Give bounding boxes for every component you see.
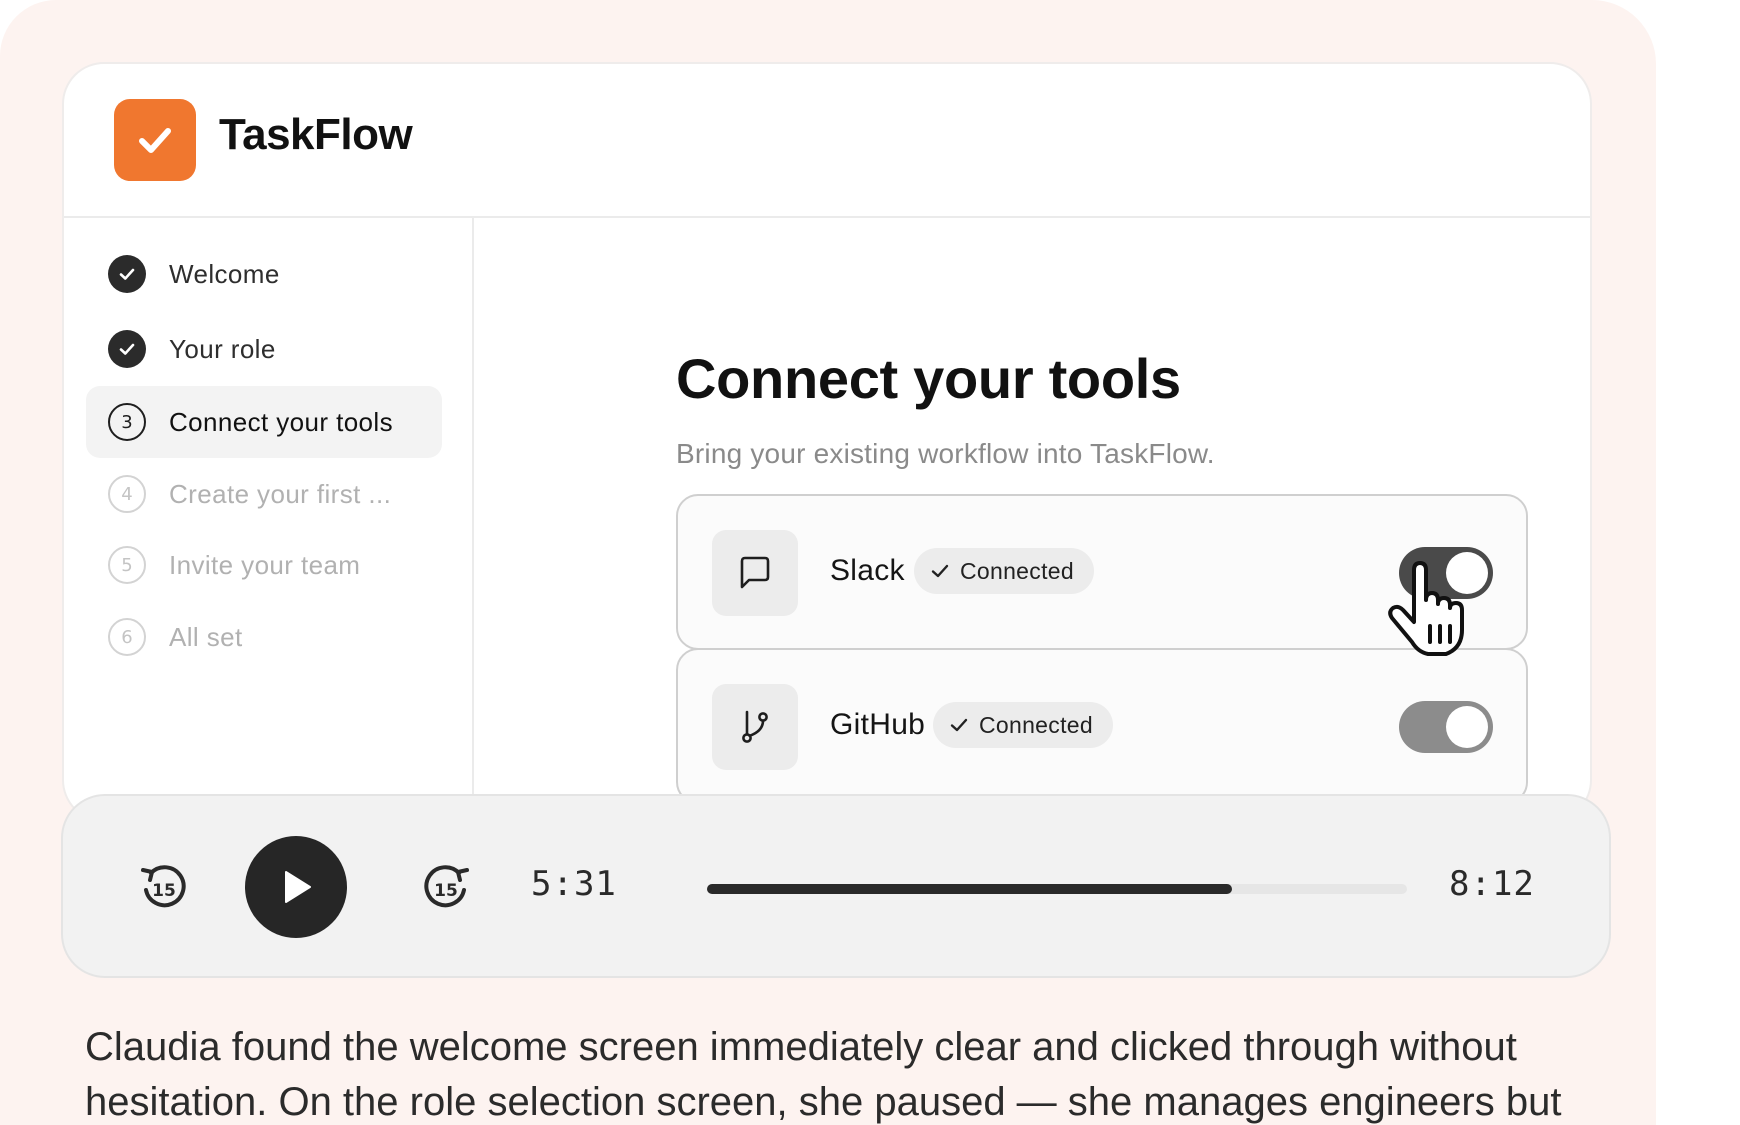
github-toggle[interactable] [1399, 701, 1493, 753]
current-time: 5:31 [531, 864, 617, 904]
svg-text:15: 15 [152, 881, 176, 901]
step-your-role[interactable]: Your role [86, 313, 442, 385]
status-badge: Connected [914, 548, 1094, 594]
step-check-icon [108, 255, 146, 293]
forward-15-icon: 15 [424, 865, 469, 908]
outer-card: TaskFlow Welcome Your role 3 Connect you… [0, 0, 1656, 1125]
app-name: TaskFlow [219, 110, 413, 159]
git-branch-icon [712, 684, 798, 770]
step-number: 3 [108, 403, 146, 441]
app-window: TaskFlow Welcome Your role 3 Connect you… [62, 62, 1592, 822]
audio-player: 15 15 5:31 8:12 [61, 794, 1611, 978]
page-subtitle: Bring your existing workflow into TaskFl… [676, 438, 1215, 469]
step-check-icon [108, 330, 146, 368]
toggle-knob [1446, 706, 1488, 748]
play-icon [285, 871, 311, 903]
step-label: Your role [169, 333, 276, 364]
step-welcome[interactable]: Welcome [86, 238, 442, 310]
app-header: TaskFlow [64, 64, 1590, 218]
step-number: 6 [108, 618, 146, 656]
rewind-15-button[interactable]: 15 [133, 856, 195, 918]
message-square-icon [712, 530, 798, 616]
step-label: Welcome [169, 258, 280, 289]
tool-name: Slack [830, 554, 905, 587]
rewind-15-icon: 15 [141, 865, 186, 908]
check-icon [931, 564, 949, 578]
checkmark-icon [139, 128, 171, 153]
status-badge: Connected [933, 702, 1113, 748]
app-logo [114, 99, 196, 181]
hand-pointer-icon [1388, 561, 1464, 656]
play-button[interactable] [245, 836, 347, 938]
step-invite-team[interactable]: 5 Invite your team [86, 529, 442, 601]
step-label: Create your first ... [169, 478, 392, 509]
onboarding-steps: Welcome Your role 3 Connect your tools 4… [64, 218, 474, 820]
progress-fill [707, 884, 1232, 894]
svg-text:15: 15 [434, 881, 458, 901]
step-label: All set [169, 621, 243, 652]
step-label: Invite your team [169, 549, 361, 580]
step-number: 5 [108, 546, 146, 584]
progress-bar[interactable] [707, 884, 1407, 894]
step-create-first[interactable]: 4 Create your first ... [86, 458, 442, 530]
step-all-set[interactable]: 6 All set [86, 601, 442, 673]
page-title: Connect your tools [676, 347, 1181, 410]
forward-15-button[interactable]: 15 [415, 856, 477, 918]
check-icon [950, 718, 968, 732]
step-connect-tools[interactable]: 3 Connect your tools [86, 386, 442, 458]
transcript-caption: Claudia found the welcome screen immedia… [85, 1025, 1562, 1124]
step-number: 4 [108, 475, 146, 513]
total-time: 8:12 [1449, 864, 1535, 904]
step-label: Connect your tools [169, 406, 393, 437]
main-content: Connect your tools Bring your existing w… [474, 218, 1590, 820]
tool-name: GitHub [830, 708, 926, 741]
tool-card-github: GitHub Connected [676, 648, 1528, 804]
